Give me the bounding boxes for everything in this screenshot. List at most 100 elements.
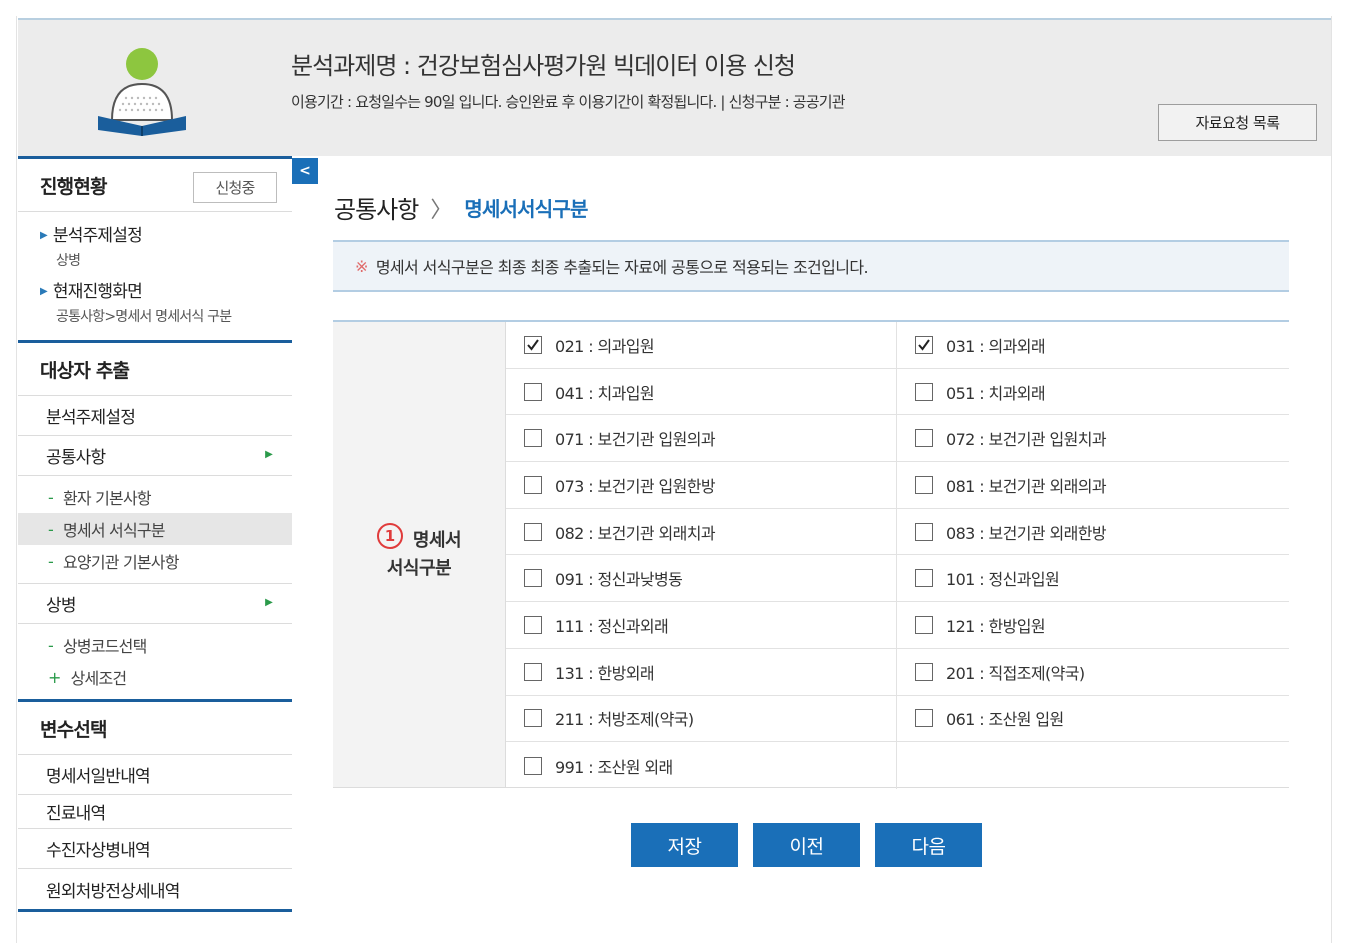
next-button[interactable]: 다음	[875, 823, 982, 867]
status-badge: 신청중	[193, 172, 277, 203]
option-label: 083 : 보건기관 외래한방	[946, 523, 1107, 543]
progress-item-current: ▶ 현재진행화면	[40, 280, 292, 304]
plus-icon: +	[48, 667, 61, 687]
collapse-sidebar-button[interactable]: <	[292, 158, 318, 184]
option-label: 081 : 보건기관 외래의과	[946, 476, 1107, 496]
checkbox[interactable]	[524, 475, 542, 494]
statement-type-option[interactable]: 041 : 치과입원	[506, 368, 897, 416]
checkbox[interactable]	[915, 709, 933, 728]
statement-type-option[interactable]: 111 : 정신과외래	[506, 602, 897, 649]
dash-icon: -	[48, 551, 54, 571]
progress-item-topic: ▶ 분석주제설정	[40, 224, 292, 248]
statement-type-option[interactable]: 073 : 보건기관 입원한방	[506, 462, 897, 509]
checkbox[interactable]	[524, 615, 542, 634]
app-title: 분석과제명 : 건강보험심사평가원 빅데이터 이용 신청	[291, 52, 796, 80]
sidebar-item-common[interactable]: 공통사항 ▶	[18, 436, 292, 476]
statement-type-option[interactable]: 083 : 보건기관 외래한방	[897, 509, 1289, 556]
option-label: 121 : 한방입원	[946, 616, 1046, 636]
sidebar-subitem-disease-code[interactable]: - 상병코드선택	[18, 629, 292, 661]
statement-type-option[interactable]: 021 : 의과입원	[506, 322, 897, 369]
checkbox[interactable]	[915, 569, 933, 588]
breadcrumb-parent: 공통사항	[334, 196, 419, 224]
triangle-icon: ▶	[40, 286, 48, 297]
options-grid: 021 : 의과입원 031 : 의과외래 041 : 치과입원 051 : 치과외래…	[506, 322, 1289, 789]
section-label-line: 명세서	[412, 529, 462, 551]
checkbox-checked[interactable]	[524, 335, 542, 354]
option-label: 131 : 한방외래	[555, 663, 655, 683]
sidebar-item-disease[interactable]: 상병 ▶	[18, 584, 292, 624]
statement-form-table: 1 명세서 서식구분 021 : 의과입원 031 : 의과외래 041 : 치과입…	[333, 320, 1289, 789]
option-label: 101 : 정신과입원	[946, 570, 1060, 590]
sidebar-subitem-label: 상병코드선택	[62, 637, 147, 656]
statement-type-option[interactable]: 081 : 보건기관 외래의과	[897, 462, 1289, 509]
option-label: 091 : 정신과낮병동	[555, 570, 683, 590]
sidebar-item-prescription[interactable]: 원외처방전상세내역	[18, 869, 292, 909]
checkbox[interactable]	[915, 615, 933, 634]
checkbox[interactable]	[915, 382, 933, 401]
checkbox[interactable]	[524, 569, 542, 588]
checkbox[interactable]	[524, 429, 542, 448]
statement-type-option[interactable]: 072 : 보건기관 입원치과	[897, 415, 1289, 463]
checkbox[interactable]	[524, 662, 542, 681]
sidebar-subitem-institution[interactable]: - 요양기관 기본사항	[18, 545, 292, 577]
progress-heading: 진행현황 신청중	[18, 159, 292, 212]
sidebar-subitem-detail[interactable]: + 상세조건	[18, 661, 292, 693]
option-label: 991 : 조산원 외래	[555, 757, 673, 777]
progress-item-label: 현재진행화면	[52, 282, 143, 302]
sidebar-item-treatment[interactable]: 진료내역	[18, 795, 292, 829]
section-label: 1 명세서 서식구분	[376, 522, 462, 583]
statement-type-option[interactable]: 051 : 치과외래	[897, 369, 1289, 416]
save-button[interactable]: 저장	[631, 823, 738, 867]
prev-button[interactable]: 이전	[753, 823, 860, 867]
dash-icon: -	[48, 519, 54, 539]
sidebar-subitem-label: 환자 기본사항	[62, 489, 152, 508]
sidebar-item-statement-general[interactable]: 명세서일반내역	[18, 755, 292, 795]
statement-type-option[interactable]: 211 : 처방조제(약국)	[506, 695, 897, 743]
notice-text: 명세서 서식구분은 최종 최종 추출되는 자료에 공통으로 적용되는 조건입니다…	[375, 258, 869, 277]
checkbox-checked[interactable]	[915, 335, 933, 354]
checkbox[interactable]	[524, 709, 542, 728]
extract-section: 대상자 추출 분석주제설정 공통사항 ▶ - 환자 기본사항 - 명세서 서식구분 …	[18, 343, 292, 702]
sidebar: 진행현황 신청중 ▶ 분석주제설정 상병 ▶ 현재진행화면 공통사항>명세서 명세서…	[18, 156, 292, 912]
extract-heading: 대상자 추출	[18, 343, 292, 396]
sidebar-item-patient-disease[interactable]: 수진자상병내역	[18, 829, 292, 869]
option-label: 201 : 직접조제(약국)	[946, 663, 1085, 683]
request-list-button[interactable]: 자료요청 목록	[1158, 104, 1317, 141]
section-label-text: 명세서 서식구분	[387, 527, 462, 583]
option-label: 082 : 보건기관 외래치과	[555, 523, 716, 543]
section-label-cell: 1 명세서 서식구분	[333, 322, 506, 787]
option-label: 111 : 정신과외래	[555, 616, 669, 636]
sidebar-item-topic[interactable]: 분석주제설정	[18, 396, 292, 436]
checkbox[interactable]	[915, 429, 933, 448]
sidebar-subitem-label: 명세서 서식구분	[62, 521, 166, 540]
statement-type-option[interactable]: 031 : 의과외래	[897, 322, 1289, 369]
checkmark-icon	[527, 339, 539, 351]
statement-type-option[interactable]: 101 : 정신과입원	[897, 555, 1289, 603]
option-label: 071 : 보건기관 입원의과	[555, 430, 716, 450]
option-label: 051 : 치과외래	[946, 383, 1046, 403]
sidebar-item-label: 공통사항	[46, 448, 106, 468]
statement-type-option[interactable]: 082 : 보건기관 외래치과	[506, 508, 897, 556]
statement-type-option[interactable]: 071 : 보건기관 입원의과	[506, 415, 897, 463]
statement-type-option[interactable]: 131 : 한방외래	[506, 648, 897, 696]
checkmark-icon	[918, 339, 930, 351]
chevron-left-icon: <	[299, 163, 311, 179]
statement-type-option[interactable]: 091 : 정신과낮병동	[506, 555, 897, 603]
sidebar-subitem-patient[interactable]: - 환자 기본사항	[18, 481, 292, 513]
breadcrumb: 공통사항 〉 명세서서식구분	[334, 190, 588, 225]
reader-avatar-icon	[96, 46, 188, 138]
checkbox[interactable]	[915, 522, 933, 541]
checkbox[interactable]	[915, 662, 933, 681]
checkbox[interactable]	[915, 475, 933, 494]
app-subtitle: 이용기간 : 요청일수는 90일 입니다. 승인완료 후 이용기간이 확정됩니다…	[291, 93, 846, 111]
chevron-right-icon: 〉	[430, 197, 453, 223]
statement-type-option[interactable]: 061 : 조산원 입원	[897, 696, 1289, 743]
checkbox[interactable]	[524, 382, 542, 401]
statement-type-option[interactable]: 121 : 한방입원	[897, 602, 1289, 649]
checkbox[interactable]	[524, 522, 542, 541]
checkbox[interactable]	[524, 756, 542, 775]
statement-type-option[interactable]: 201 : 직접조제(약국)	[897, 649, 1289, 696]
statement-type-option[interactable]: 991 : 조산원 외래	[506, 742, 897, 789]
sidebar-subitem-label: 요양기관 기본사항	[62, 553, 179, 572]
sidebar-subitem-statement-form[interactable]: - 명세서 서식구분	[18, 513, 292, 545]
